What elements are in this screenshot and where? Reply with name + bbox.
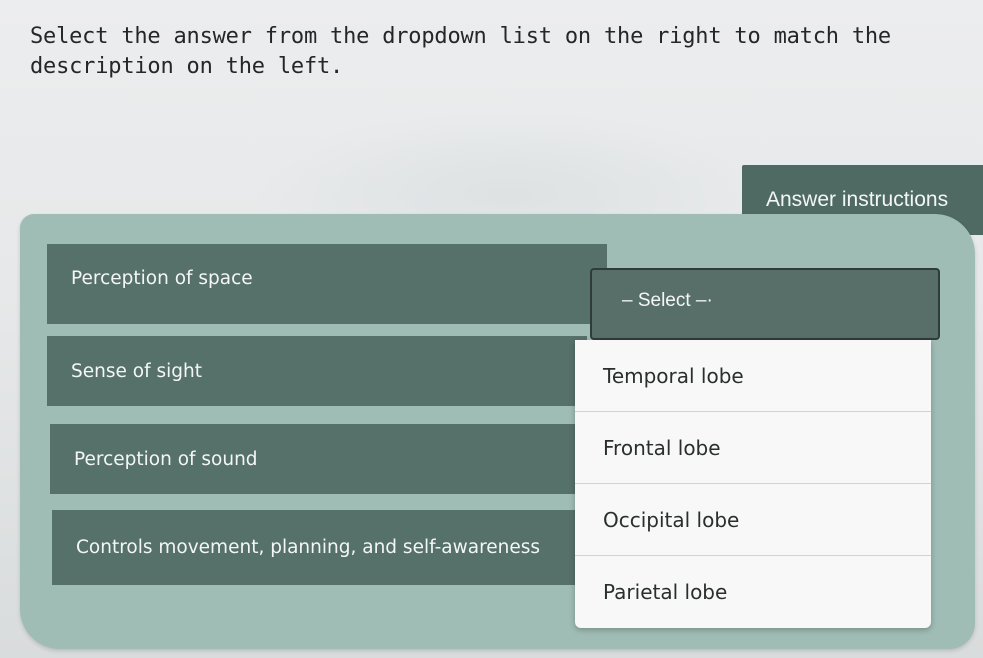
prompt-perception-of-sound: Perception of sound (50, 424, 582, 494)
dropdown-menu: Temporal lobe Frontal lobe Occipital lob… (575, 340, 931, 628)
prompt-sense-of-sight: Sense of sight (47, 336, 587, 406)
option-occipital-lobe[interactable]: Occipital lobe (575, 484, 931, 556)
answer-dropdown[interactable]: – Select –· (590, 268, 940, 340)
option-parietal-lobe[interactable]: Parietal lobe (575, 556, 931, 628)
prompt-controls-movement: Controls movement, planning, and self-aw… (52, 510, 580, 585)
prompt-perception-of-space: Perception of space (47, 244, 607, 324)
option-temporal-lobe[interactable]: Temporal lobe (575, 340, 931, 412)
option-frontal-lobe[interactable]: Frontal lobe (575, 412, 931, 484)
question-instruction: Select the answer from the dropdown list… (30, 24, 891, 79)
